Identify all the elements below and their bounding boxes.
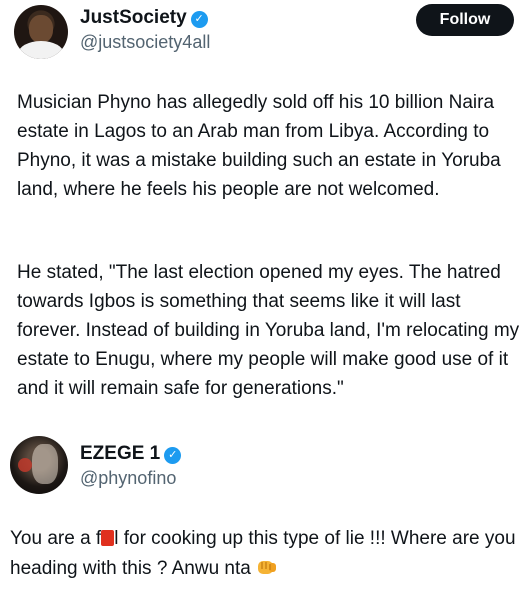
avatar[interactable]: [14, 5, 68, 59]
tweet-paragraph-1: Musician Phyno has allegedly sold off hi…: [17, 92, 501, 200]
check-badge-icon: ✓: [190, 11, 208, 28]
reply-author-handle[interactable]: @phynofino: [80, 467, 176, 489]
avatar-shoulders: [18, 41, 64, 59]
censor-block: [101, 530, 115, 546]
reply-avatar[interactable]: [10, 436, 68, 494]
author-name[interactable]: JustSociety ✓: [80, 6, 208, 30]
author-handle[interactable]: @justsociety4all: [80, 31, 210, 53]
reply-author-row: EZEGE 1 ✓ @phynofino: [0, 436, 528, 496]
reply-author-name[interactable]: EZEGE 1 ✓: [80, 442, 182, 466]
reply-text-start: You are a f: [10, 528, 102, 549]
check-badge-icon: ✓: [164, 447, 182, 464]
tweet-header: JustSociety ✓ @justsociety4all Follow: [0, 0, 528, 70]
reply-avatar-light: [18, 458, 32, 472]
fist-bump-icon: [257, 561, 276, 574]
reply-text: You are a fl for cooking up this type of…: [10, 524, 522, 584]
reply-avatar-figure: [32, 444, 58, 484]
follow-button[interactable]: Follow: [416, 4, 514, 36]
avatar-face: [29, 15, 53, 43]
tweet-paragraph-2: He stated, "The last election opened my …: [17, 262, 520, 399]
reply-author-name-text[interactable]: EZEGE 1: [80, 443, 160, 464]
author-name-text[interactable]: JustSociety: [80, 7, 187, 28]
